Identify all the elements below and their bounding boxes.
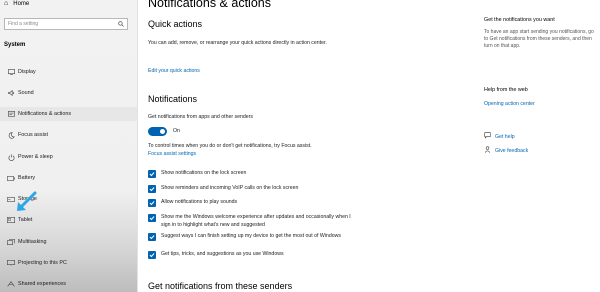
checkbox-welcome-experience[interactable]: Show me the Windows welcome experience a… (148, 213, 361, 229)
quick-actions-description: You can add, remove, or rearrange your q… (148, 40, 327, 46)
give-feedback-label: Give feedback (495, 147, 529, 154)
checkbox-suggest-setup[interactable]: Suggest ways I can finish setting up my … (148, 232, 361, 241)
sidebar-item-multitasking[interactable]: Multitasking (0, 235, 137, 249)
sidebar-item-display[interactable]: Display (0, 65, 137, 79)
focus-assist-settings-link[interactable]: Focus assist settings (148, 151, 196, 157)
sidebar-item-projecting[interactable]: Projecting to this PC (0, 256, 137, 270)
get-help-label: Get help (495, 133, 515, 140)
checkbox-label: Suggest ways I can finish setting up my … (161, 233, 341, 239)
power-icon (4, 153, 18, 161)
main-content: Notifications & actions Quick actions Yo… (137, 0, 472, 292)
notifications-toggle-caption: Get notifications from apps and other se… (148, 114, 253, 120)
page-title: Notifications & actions (148, 0, 271, 10)
toggle-knob (160, 129, 165, 134)
notifications-toggle[interactable] (148, 127, 167, 136)
home-icon: ⌂ (4, 0, 9, 7)
opening-action-center-link[interactable]: Opening action center (484, 101, 535, 107)
pointer-arrow-icon (15, 191, 37, 218)
checkbox-checked-icon (148, 184, 156, 193)
display-icon (4, 69, 18, 75)
checkbox-label: Show reminders and incoming VoIP calls o… (161, 185, 299, 191)
feedback-icon (484, 146, 491, 155)
sidebar-item-label: Shared experiences (18, 281, 66, 287)
search-input[interactable]: Find a setting (4, 18, 128, 30)
multitasking-icon (4, 239, 18, 245)
checkbox-checked-icon (148, 213, 156, 222)
focus-assist-icon (4, 131, 18, 139)
projecting-icon (4, 260, 18, 266)
sidebar-item-battery[interactable]: Battery (0, 171, 137, 185)
sidebar-item-label: Multitasking (18, 239, 47, 245)
checkbox-checked-icon (148, 198, 156, 207)
checkbox-label: Get tips, tricks, and suggestions as you… (161, 251, 284, 257)
quick-actions-heading: Quick actions (148, 19, 203, 29)
toggle-state-label: On (173, 128, 180, 134)
give-feedback-link[interactable]: Give feedback (484, 146, 528, 155)
sidebar-item-focus-assist[interactable]: Focus assist (0, 128, 137, 142)
checkbox-reminders-voip[interactable]: Show reminders and incoming VoIP calls o… (148, 184, 361, 193)
edit-quick-actions-link[interactable]: Edit your quick actions (148, 68, 200, 74)
sidebar-item-label: Power & sleep (18, 154, 53, 160)
checkbox-checked-icon (148, 250, 156, 259)
search-icon (118, 21, 124, 27)
sidebar-item-notifications[interactable]: Notifications & actions (0, 107, 137, 121)
checkbox-play-sounds[interactable]: Allow notifications to play sounds (148, 198, 361, 207)
sidebar-item-shared-experiences[interactable]: Shared experiences (0, 277, 137, 291)
focus-assist-text: To control times when you do or don't ge… (148, 143, 312, 149)
sidebar-item-sound[interactable]: Sound (0, 86, 137, 100)
get-notifications-text: To have an app start sending you notific… (484, 29, 594, 49)
get-notifications-heading: Get the notifications you want (484, 17, 555, 23)
sidebar-item-power-sleep[interactable]: Power & sleep (0, 150, 137, 164)
checkbox-tips-tricks[interactable]: Get tips, tricks, and suggestions as you… (148, 250, 361, 259)
checkbox-checked-icon (148, 232, 156, 241)
shared-experiences-icon (4, 281, 18, 287)
home-label: Home (13, 0, 30, 7)
right-panel: Get the notifications you want To have a… (484, 0, 600, 292)
notifications-icon (4, 110, 18, 118)
checkbox-lock-screen[interactable]: Show notifications on the lock screen (148, 169, 361, 178)
checkbox-checked-icon (148, 169, 156, 178)
sound-icon (4, 90, 18, 96)
section-title: System (4, 42, 26, 48)
help-chat-icon (484, 132, 491, 141)
sidebar: ⌂ Home Find a setting System Display Sou… (0, 0, 138, 292)
battery-icon (4, 175, 18, 181)
notifications-heading: Notifications (148, 94, 198, 104)
help-heading: Help from the web (484, 87, 528, 93)
checkbox-label: Allow notifications to play sounds (161, 199, 238, 205)
sidebar-item-label: Display (18, 69, 36, 75)
get-help-link[interactable]: Get help (484, 132, 515, 141)
search-placeholder: Find a setting (8, 21, 39, 27)
sidebar-item-label: Battery (18, 175, 36, 181)
sidebar-item-label: Sound (18, 90, 34, 96)
senders-heading: Get notifications from these senders (148, 281, 293, 291)
sidebar-item-label: Projecting to this PC (18, 260, 67, 266)
checkbox-label: Show me the Windows welcome experience a… (161, 214, 351, 228)
home-nav[interactable]: ⌂ Home (4, 0, 29, 7)
sidebar-item-label: Focus assist (18, 132, 48, 138)
checkbox-label: Show notifications on the lock screen (161, 170, 247, 176)
sidebar-item-label: Notifications & actions (18, 111, 72, 117)
